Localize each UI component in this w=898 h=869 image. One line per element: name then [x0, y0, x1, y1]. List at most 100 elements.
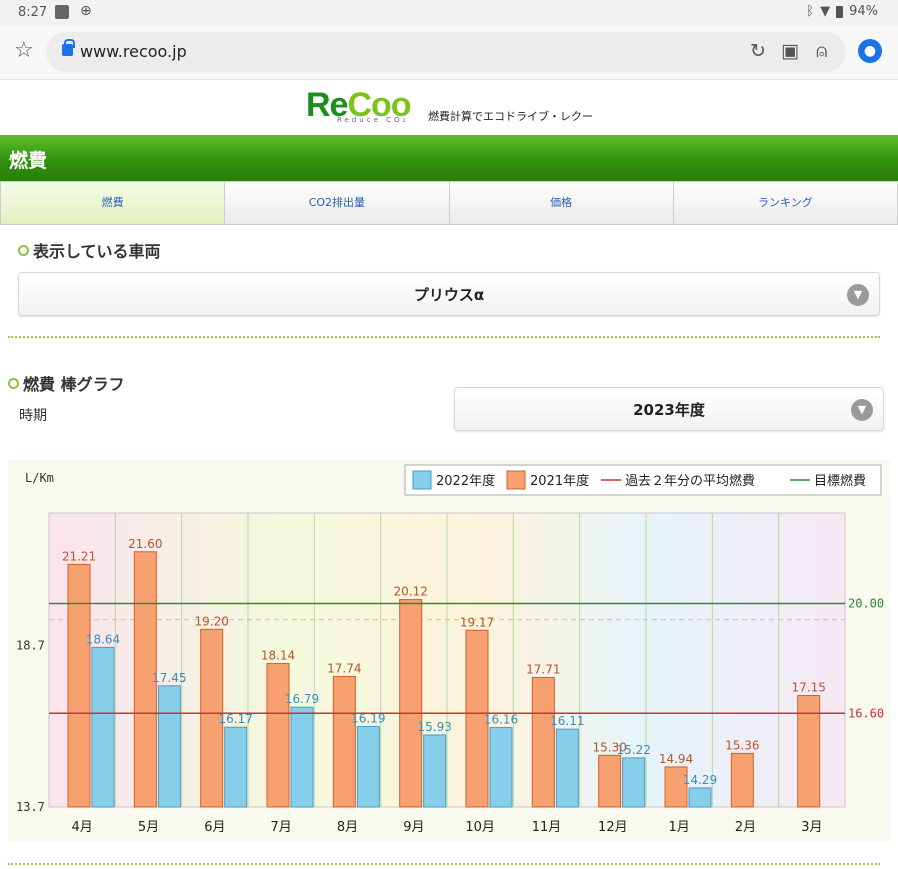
site-header: ReCoo Reduce CO₂ 燃費計算でエコドライブ・レクー: [0, 80, 898, 135]
status-bar: 8:27 ⊕ ᛒ ▼ 94%: [0, 0, 898, 26]
bar-2021: [730, 752, 754, 808]
data-label-2022: 14.29: [683, 773, 717, 787]
x-tick-label: 6月: [204, 820, 225, 835]
data-label-2021: 17.15: [791, 681, 825, 695]
dotted-divider: [8, 336, 880, 338]
x-tick-label: 10月: [465, 820, 495, 835]
bluetooth-icon: ᛒ: [806, 4, 815, 19]
target-line-label: 20.00: [848, 596, 884, 610]
legend-label-2022: 2022年度: [436, 473, 495, 489]
period-select[interactable]: 2023年度 ▼: [454, 387, 884, 431]
y-axis-label: L/Km: [25, 471, 54, 485]
battery-icon: [836, 5, 844, 18]
data-label-2021: 14.94: [659, 752, 693, 766]
tab-bar: 燃費 CO2排出量 価格 ランキング: [0, 181, 898, 225]
x-tick-label: 12月: [598, 820, 628, 835]
legend-swatch-2022: [412, 470, 432, 490]
tab-co2[interactable]: CO2排出量: [225, 181, 450, 225]
period-selected: 2023年度: [633, 401, 705, 419]
chevron-down-icon: ▼: [847, 284, 869, 306]
battery-level: 94%: [849, 4, 878, 19]
legend-label-average: 過去２年分の平均燃費: [625, 473, 755, 489]
tab-ranking[interactable]: ランキング: [673, 181, 898, 225]
data-label-2021: 18.14: [261, 649, 295, 663]
data-label-2021: 17.74: [327, 661, 361, 675]
reload-icon[interactable]: ↻: [750, 40, 766, 62]
page-title: 燃費: [9, 150, 48, 172]
account-icon[interactable]: ●: [858, 39, 882, 63]
vehicle-heading: 表示している車両: [18, 238, 161, 262]
vehicle-selected: プリウスα: [413, 286, 485, 304]
tab-price[interactable]: 価格: [449, 181, 674, 225]
vehicle-select[interactable]: プリウスα ▼: [18, 272, 880, 316]
bar-2022: [423, 734, 447, 808]
chart-svg: L/Km 13.7 18.7 21.21 18.64 4月 21.60 17.45 5月 19.2…: [16, 464, 884, 835]
data-label-2022: 16.16: [484, 713, 518, 727]
bar-2022: [356, 726, 380, 808]
wifi-icon: ▼: [820, 4, 831, 19]
data-label-2022: 15.22: [616, 743, 650, 757]
data-label-2021: 17.71: [526, 662, 560, 676]
bullet-icon: [8, 378, 19, 389]
logo-subtitle: Reduce CO₂: [337, 116, 409, 124]
bar-2021: [399, 599, 423, 808]
bar-2022: [489, 727, 513, 808]
bar-2021: [797, 695, 821, 808]
bar-2022: [622, 757, 646, 808]
bar-2022: [157, 685, 181, 808]
browser-toolbar: ☆ www.recoo.jp ↻ ▣ ⍝ ●: [0, 26, 898, 80]
bar-2022: [290, 706, 314, 808]
star-icon[interactable]: ☆: [14, 38, 34, 63]
legend-swatch-2021: [506, 470, 526, 490]
x-tick-label: 11月: [532, 820, 562, 835]
bar-2021: [531, 676, 555, 808]
dotted-divider-bottom: [8, 863, 880, 865]
site-tagline: 燃費計算でエコドライブ・レクー: [428, 110, 593, 123]
data-label-2022: 18.64: [86, 632, 120, 646]
lock-icon: [62, 39, 75, 56]
data-label-2021: 21.21: [62, 549, 96, 563]
bar-2021: [266, 663, 290, 808]
tab-fuel[interactable]: 燃費: [0, 181, 226, 225]
data-label-2021: 19.17: [460, 615, 494, 629]
status-time: 8:27: [18, 5, 48, 20]
data-label-2022: 16.11: [550, 714, 584, 728]
bar-2021: [598, 754, 622, 808]
legend-label-target: 目標燃費: [814, 473, 866, 489]
x-tick-label: 5月: [138, 820, 159, 835]
data-label-2021: 21.60: [128, 537, 162, 551]
data-label-2022: 17.45: [152, 671, 186, 685]
notification-icon: [55, 5, 69, 19]
data-label-2022: 16.17: [218, 712, 252, 726]
globe-icon: ⊕: [80, 3, 92, 19]
legend-label-2021: 2021年度: [530, 473, 589, 489]
data-label-2021: 20.12: [393, 585, 427, 599]
bar-2022: [224, 726, 248, 808]
url-text[interactable]: www.recoo.jp: [80, 42, 187, 61]
data-label-2022: 15.93: [417, 720, 451, 734]
period-label: 時期: [19, 408, 47, 424]
status-right: ᛒ ▼ 94%: [806, 4, 878, 19]
average-line-label: 16.60: [848, 706, 884, 720]
bar-2022: [91, 646, 115, 808]
x-tick-label: 8月: [337, 820, 358, 835]
data-label-2022: 16.79: [285, 692, 319, 706]
x-tick-label: 7月: [271, 820, 292, 835]
bar-2021: [67, 563, 91, 808]
x-tick-label: 3月: [801, 820, 822, 835]
y-tick-label: 13.7: [16, 800, 45, 814]
bar-2022: [555, 728, 579, 808]
camera-icon[interactable]: ▣: [781, 40, 799, 62]
page-title-bar: 燃費: [0, 135, 898, 181]
graph-heading: 燃費 棒グラフ: [8, 371, 125, 395]
x-tick-label: 4月: [72, 820, 93, 835]
x-tick-label: 2月: [735, 820, 756, 835]
x-tick-label: 1月: [669, 820, 690, 835]
mic-icon[interactable]: ⍝: [816, 40, 827, 62]
data-label-2021: 19.20: [194, 614, 228, 628]
x-tick-label: 9月: [403, 820, 424, 835]
y-tick-label: 18.7: [16, 638, 45, 652]
address-bar[interactable]: www.recoo.jp ↻ ▣ ⍝: [46, 32, 846, 72]
bar-2021: [332, 675, 356, 808]
bullet-icon: [18, 245, 29, 256]
